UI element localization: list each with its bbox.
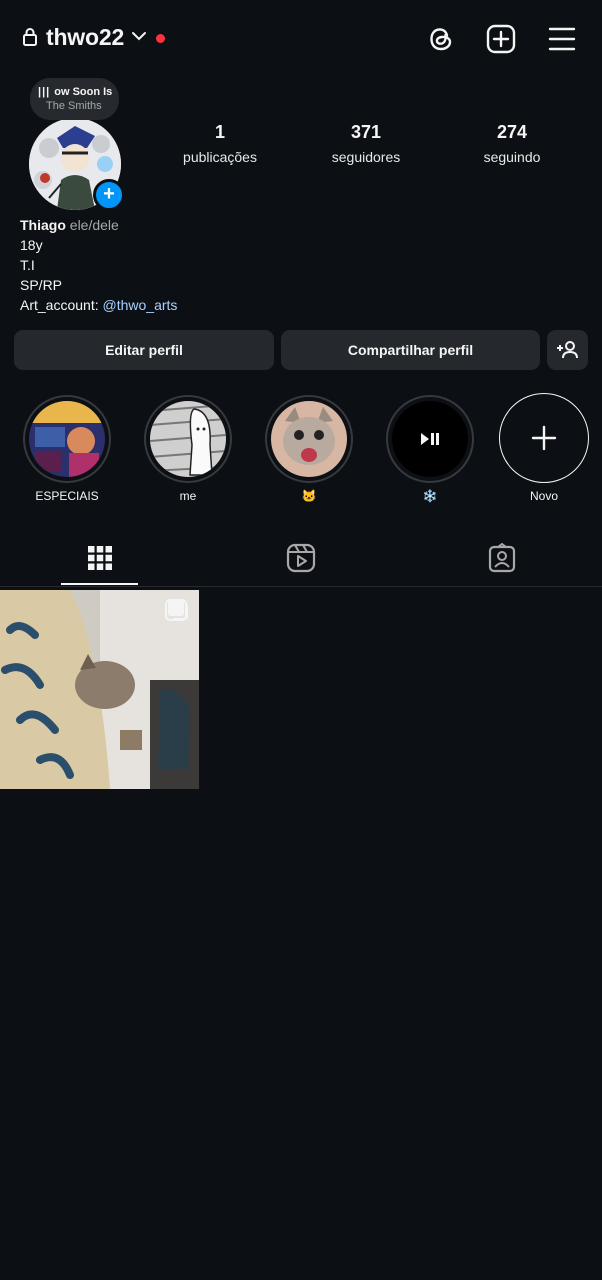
highlight-especiais[interactable]: ESPECIAIS [21, 395, 113, 503]
username[interactable]: thwo22 [46, 24, 124, 51]
stat-followers-count: 371 [350, 122, 382, 142]
music-note-bubble[interactable]: ||| ow Soon Is The Smiths [30, 78, 119, 120]
pronouns: ele/dele [69, 217, 119, 233]
profile-bio: Thiago ele/dele 18y T.I SP/RP Art_accoun… [20, 215, 177, 315]
grid-post[interactable] [0, 590, 199, 789]
music-bars-icon: ||| [38, 86, 51, 98]
profile-header: thwo22 [0, 0, 602, 78]
highlight-label: Novo [529, 489, 558, 503]
stat-posts[interactable]: 1 publicações [155, 122, 285, 165]
notification-dot [156, 34, 165, 43]
content-tabs [0, 530, 602, 587]
highlight-label: ESPECIAIS [35, 489, 99, 503]
note-artist: The Smiths [46, 100, 102, 112]
highlight-label: ❄️ [422, 489, 438, 503]
art-account-mention[interactable]: @thwo_arts [103, 297, 178, 313]
highlight-cover [150, 401, 226, 477]
highlight-cat[interactable]: 🐱 [263, 395, 355, 503]
stat-followers[interactable]: 371 seguidores [301, 122, 431, 165]
plus-icon [531, 425, 557, 451]
discover-people-button[interactable] [547, 330, 588, 370]
new-highlight[interactable]: Novo [498, 393, 590, 503]
art-prefix: Art_account: [20, 297, 103, 313]
note-song-title: ow Soon Is [54, 86, 113, 98]
reels-icon [286, 543, 316, 573]
highlight-cover [271, 401, 347, 477]
new-post-icon[interactable] [484, 22, 518, 56]
add-story-button[interactable]: + [93, 179, 125, 211]
tab-tagged[interactable] [402, 530, 602, 586]
bio-line: 18y [20, 237, 43, 253]
highlight-me[interactable]: me [142, 395, 234, 503]
stat-posts-label: publicações [183, 149, 257, 165]
active-tab-indicator [61, 583, 138, 585]
grid-icon [88, 546, 112, 570]
tab-posts-grid[interactable] [0, 530, 200, 586]
bio-name-line: Thiago ele/dele [20, 215, 177, 235]
threads-icon[interactable] [424, 22, 458, 56]
stat-posts-count: 1 [214, 122, 225, 142]
menu-icon[interactable] [545, 22, 579, 56]
bio-art-line: Art_account: @thwo_arts [20, 295, 177, 315]
highlight-label: me [179, 489, 197, 503]
tab-reels[interactable] [201, 530, 401, 586]
stat-followers-label: seguidores [331, 149, 401, 165]
share-profile-button[interactable]: Compartilhar perfil [281, 330, 540, 370]
highlight-cover [29, 401, 105, 477]
carousel-icon [168, 600, 188, 620]
stat-following-count: 274 [496, 122, 528, 142]
highlight-cover [392, 401, 468, 477]
chevron-down-icon[interactable] [131, 30, 147, 42]
tagged-user-icon [488, 543, 516, 573]
play-pause-icon [421, 433, 439, 445]
lock-icon [23, 28, 37, 46]
edit-profile-button[interactable]: Editar perfil [14, 330, 274, 370]
highlight-snowflake[interactable]: ❄️ [384, 395, 476, 503]
bio-line: T.I [20, 257, 35, 273]
stat-following[interactable]: 274 seguindo [447, 122, 577, 165]
bio-line: SP/RP [20, 277, 63, 293]
add-person-icon [556, 341, 578, 359]
highlight-label: 🐱 [301, 489, 317, 503]
stat-following-label: seguindo [483, 149, 541, 165]
display-name: Thiago [20, 217, 66, 233]
